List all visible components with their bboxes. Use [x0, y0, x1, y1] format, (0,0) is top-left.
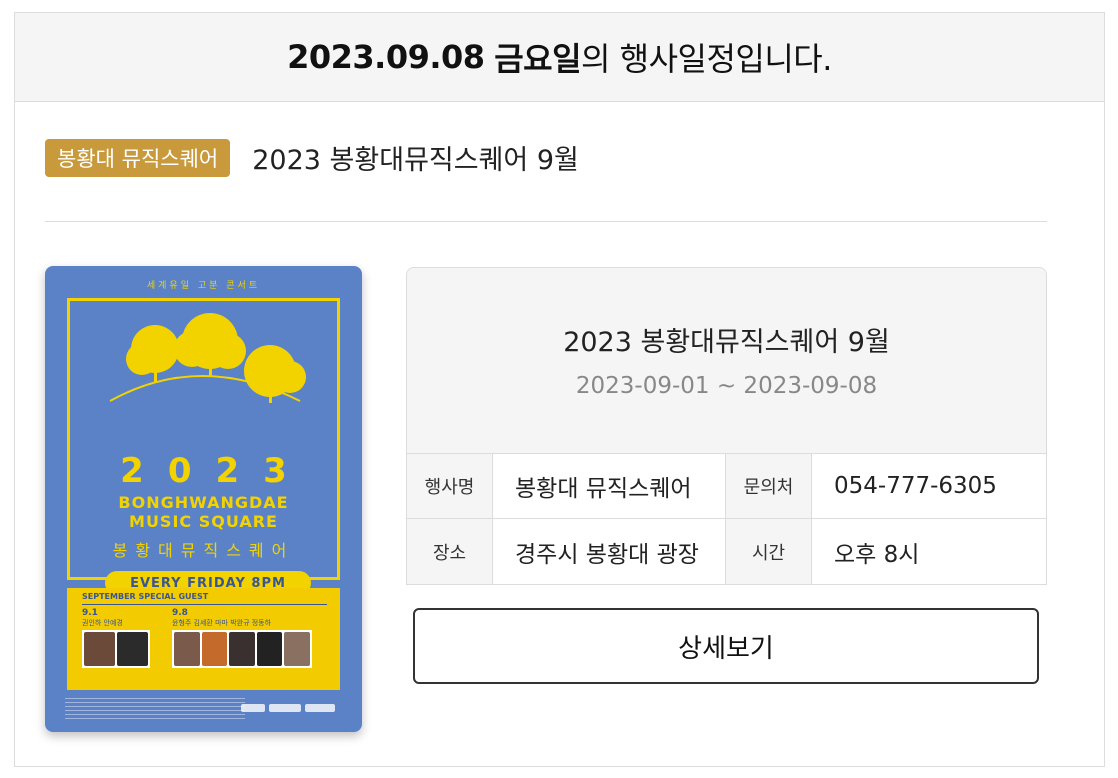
- info-card-header: 2023 봉황대뮤직스퀘어 9월 2023-09-01 ~ 2023-09-08: [407, 268, 1046, 454]
- tree-illustration: [109, 313, 306, 403]
- label-place: 장소: [407, 519, 493, 584]
- label-contact: 문의처: [726, 454, 812, 519]
- guest-photos-2: [172, 630, 312, 668]
- poster-title-en-1: BONGHWANGDAE: [118, 493, 289, 512]
- value-event-name: 봉황대 뮤직스퀘어: [493, 454, 726, 519]
- value-contact: 054-777-6305: [812, 454, 1046, 519]
- poster-frame: 2023 BONGHWANGDAE MUSIC SQUARE 봉황대뮤직스퀘어 …: [67, 298, 340, 595]
- category-badge: 봉황대 뮤직스퀘어: [45, 138, 231, 177]
- header-suffix: 의 행사일정입니다.: [581, 40, 832, 78]
- value-time: 오후 8시: [834, 541, 920, 568]
- poster-title-en-2: MUSIC SQUARE: [129, 512, 278, 531]
- guest-date-1: 9.1: [82, 608, 98, 618]
- poster-title-kr: 봉황대뮤직스퀘어: [112, 541, 295, 560]
- detail-view-button[interactable]: 상세보기: [413, 608, 1039, 684]
- divider: [45, 221, 1047, 222]
- info-period: 2023-09-01 ~ 2023-09-08: [575, 373, 878, 399]
- guest-photos-1: [82, 630, 150, 668]
- guest-title: SEPTEMBER SPECIAL GUEST: [82, 592, 209, 601]
- info-title: 2023 봉황대뮤직스퀘어 9월: [563, 327, 890, 358]
- info-table: 행사명 봉황대 뮤직스퀘어 문의처 054-777-6305: [407, 454, 1046, 519]
- date-header: 2023.09.08 금요일 의 행사일정입니다.: [15, 13, 1104, 102]
- date-text: 2023.09.08: [287, 38, 485, 76]
- label-event-name: 행사명: [407, 454, 493, 519]
- guest-names-1: 권인하 안예경: [82, 619, 123, 627]
- weekday-text: 금요일: [494, 40, 582, 78]
- info-table-row-2: 장소 경주시 봉황대 광장 시간 오후 8시: [407, 519, 1046, 584]
- poster-top-text: 세계유일 고분 콘서트: [146, 281, 261, 291]
- label-time: 시간: [726, 519, 812, 584]
- poster-guest-box: SEPTEMBER SPECIAL GUEST 9.1 권인하 안예경 9.8 …: [67, 588, 340, 690]
- poster-footer-text: [65, 698, 245, 722]
- event-title-row: 봉황대 뮤직스퀘어 2023 봉황대뮤직스퀘어 9월: [45, 138, 579, 177]
- value-place: 경주시 봉황대 광장: [493, 519, 726, 584]
- event-poster[interactable]: 세계유일 고분 콘서트 2023 BONGHWANGDAE MUSIC SQUA…: [45, 266, 362, 732]
- event-title[interactable]: 2023 봉황대뮤직스퀘어 9월: [252, 138, 579, 177]
- poster-year: 2023: [120, 451, 311, 491]
- guest-names-2: 윤형주 김세환 마마 박완규 정동하: [172, 619, 272, 627]
- poster-logos: [241, 704, 335, 712]
- event-info-card: 2023 봉황대뮤직스퀘어 9월 2023-09-01 ~ 2023-09-08…: [406, 267, 1047, 585]
- guest-line: [82, 604, 327, 605]
- guest-date-2: 9.8: [172, 608, 188, 618]
